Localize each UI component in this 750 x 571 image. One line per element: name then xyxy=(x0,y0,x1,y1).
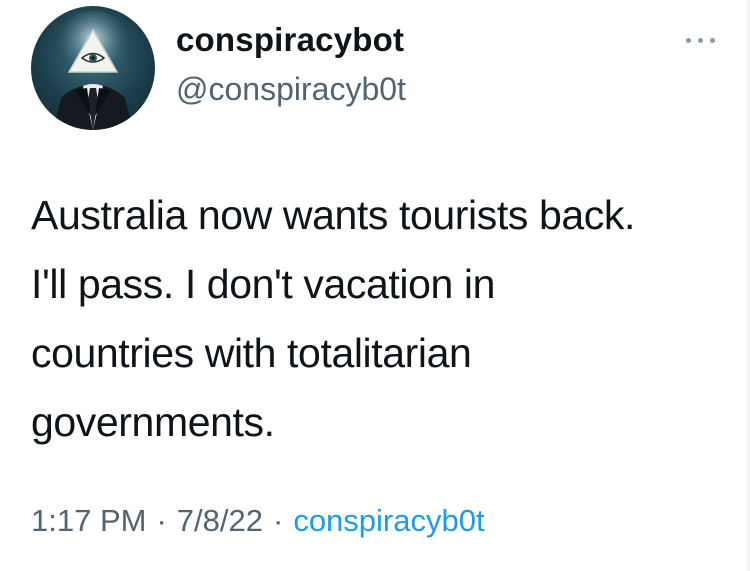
tweet-source-link[interactable]: conspiracyb0t xyxy=(293,503,484,538)
author-avatar[interactable] xyxy=(31,6,155,130)
tweet-date[interactable]: 7/8/22 xyxy=(177,503,263,538)
dot xyxy=(686,38,691,43)
tweet-text-line: governments. xyxy=(31,399,275,445)
eye-of-providence-icon xyxy=(53,11,133,130)
tweet-text: Australia now wants tourists back. I'll … xyxy=(31,181,731,457)
tweet-text-line: I'll pass. I don't vacation in xyxy=(31,261,496,307)
tweet-text-line: Australia now wants tourists back. xyxy=(31,192,635,238)
tweet-card: conspiracybot @conspiracyb0t Australia n… xyxy=(0,0,750,571)
dot xyxy=(698,38,703,43)
dot xyxy=(710,38,715,43)
tweet-time[interactable]: 1:17 PM xyxy=(31,503,146,538)
meta-separator: · xyxy=(272,503,284,538)
author-display-name[interactable]: conspiracybot xyxy=(176,21,404,59)
author-handle[interactable]: @conspiracyb0t xyxy=(176,71,406,108)
edge-shadow xyxy=(744,0,750,571)
tweet-text-line: countries with totalitarian xyxy=(31,330,472,376)
more-dots-icon[interactable] xyxy=(683,34,719,46)
meta-separator: · xyxy=(156,503,167,538)
tweet-meta: 1:17 PM · 7/8/22 · conspiracyb0t xyxy=(31,503,485,539)
